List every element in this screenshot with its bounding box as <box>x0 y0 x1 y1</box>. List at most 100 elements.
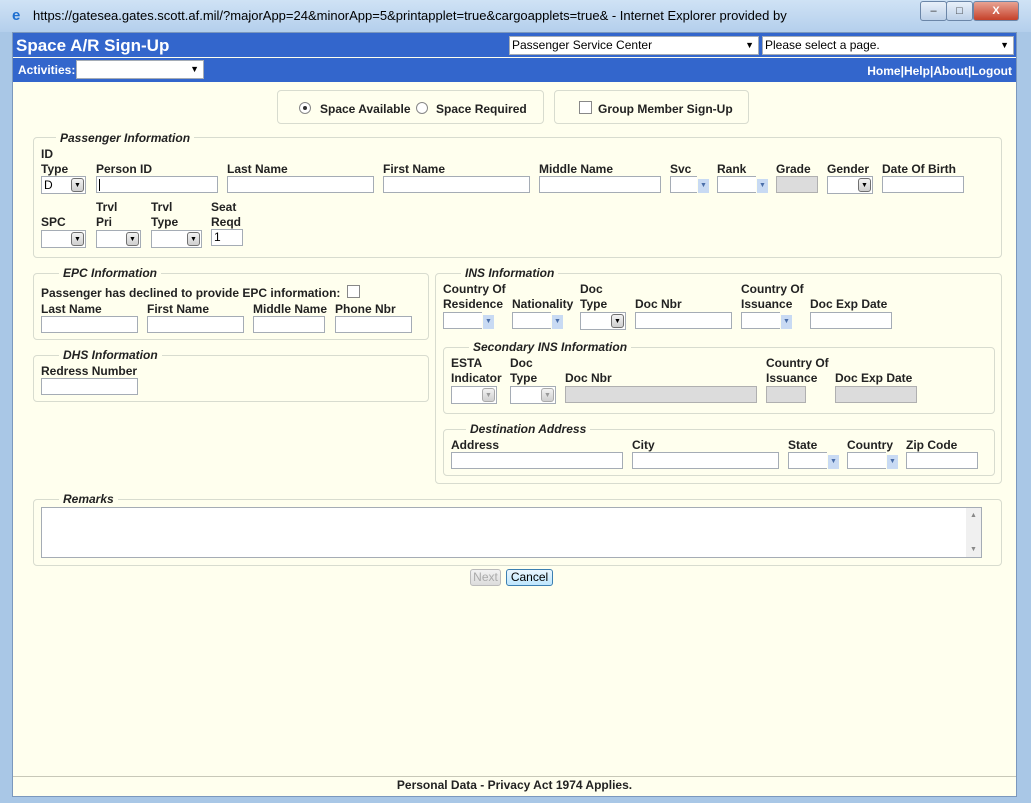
restore-button[interactable]: □ <box>946 1 973 21</box>
page-select[interactable]: Please select a page. ▼ <box>762 36 1014 55</box>
about-link[interactable]: About <box>933 64 968 78</box>
home-link[interactable]: Home <box>867 64 900 78</box>
epc-last-name-input[interactable] <box>41 316 138 333</box>
close-button[interactable]: X <box>973 1 1019 21</box>
trvl-pri-select[interactable]: ▼ <box>96 230 141 248</box>
sec-doc-nbr-label: Doc Nbr <box>565 371 612 385</box>
redress-label: Redress Number <box>41 364 138 378</box>
country-issuance-label: Country Of Issuance <box>741 282 804 311</box>
ie-logo-icon: e <box>12 7 21 24</box>
grade-label: Grade <box>776 162 811 176</box>
sec-doc-exp-label: Doc Exp Date <box>835 371 913 385</box>
epc-legend: EPC Information <box>59 266 162 280</box>
state-select[interactable]: ▼ <box>788 452 839 469</box>
gender-select[interactable]: ▼ <box>827 176 873 194</box>
dropdown-arrow-icon: ▼ <box>541 388 554 402</box>
epc-last-name-label: Last Name <box>41 302 102 316</box>
redress-input[interactable] <box>41 378 138 395</box>
logout-link[interactable]: Logout <box>971 64 1012 78</box>
country-residence-select[interactable]: ▼ <box>443 312 494 329</box>
activities-label: Activities: <box>18 63 76 77</box>
epc-middle-name-input[interactable] <box>253 316 325 333</box>
doc-exp-label: Doc Exp Date <box>810 297 888 311</box>
chevron-down-icon: ▼ <box>757 179 768 193</box>
city-label: City <box>632 438 655 452</box>
country-residence-label: Country Of Residence <box>443 282 506 311</box>
location-select[interactable]: Passenger Service Center ▼ <box>509 36 759 55</box>
esta-select[interactable]: ▼ <box>451 386 497 404</box>
cancel-button[interactable]: Cancel <box>506 569 553 586</box>
spc-select[interactable]: ▼ <box>41 230 86 248</box>
space-required-label: Space Required <box>436 102 527 116</box>
dhs-legend: DHS Information <box>59 348 162 362</box>
remarks-textarea[interactable]: ▲ ▼ <box>41 507 982 558</box>
space-required-radio[interactable] <box>416 102 428 114</box>
epc-first-name-input[interactable] <box>147 316 244 333</box>
epc-declined-label: Passenger has declined to provide EPC in… <box>41 286 341 300</box>
first-name-input[interactable] <box>383 176 530 193</box>
seat-reqd-label: Seat Reqd <box>211 200 241 229</box>
chevron-down-icon: ▼ <box>1000 40 1009 50</box>
activities-select[interactable]: ▼ <box>76 60 204 79</box>
address-input[interactable] <box>451 452 623 469</box>
epc-middle-name-label: Middle Name <box>253 302 328 316</box>
ins-legend: INS Information <box>461 266 559 280</box>
location-select-value: Passenger Service Center <box>512 38 653 52</box>
app-header: Space A/R Sign-Up Passenger Service Cent… <box>13 33 1016 57</box>
chevron-down-icon: ▼ <box>483 315 494 329</box>
secondary-legend: Secondary INS Information <box>469 340 632 354</box>
window-title: https://gatesea.gates.scott.af.mil/?majo… <box>33 8 787 23</box>
nationality-select[interactable]: ▼ <box>512 312 563 329</box>
seat-reqd-input[interactable]: 1 <box>211 229 243 246</box>
trvl-type-select[interactable]: ▼ <box>151 230 202 248</box>
doc-nbr-label: Doc Nbr <box>635 297 682 311</box>
window-titlebar: e https://gatesea.gates.scott.af.mil/?ma… <box>0 0 1031 32</box>
dropdown-arrow-icon: ▼ <box>482 388 495 402</box>
epc-phone-input[interactable] <box>335 316 412 333</box>
nav-links: Home|Help|About|Logout <box>867 64 1012 78</box>
dropdown-arrow-icon: ▼ <box>71 232 84 246</box>
space-available-label: Space Available <box>320 102 411 116</box>
remarks-scrollbar[interactable]: ▲ ▼ <box>966 508 981 557</box>
dropdown-arrow-icon: ▼ <box>187 232 200 246</box>
epc-first-name-label: First Name <box>147 302 210 316</box>
dropdown-arrow-icon: ▼ <box>126 232 139 246</box>
state-label: State <box>788 438 818 452</box>
svc-label: Svc <box>670 162 692 176</box>
epc-phone-label: Phone Nbr <box>335 302 396 316</box>
zip-input[interactable] <box>906 452 978 469</box>
rank-select[interactable]: ▼ <box>717 176 768 193</box>
sec-doc-type-select[interactable]: ▼ <box>510 386 556 404</box>
chevron-down-icon: ▼ <box>190 64 199 74</box>
sec-doc-nbr-input[interactable] <box>565 386 757 403</box>
page-select-value: Please select a page. <box>765 38 880 52</box>
dropdown-arrow-icon: ▼ <box>611 314 624 328</box>
id-type-select[interactable]: D ▼ <box>41 176 86 194</box>
sec-doc-type-label: Doc Type <box>510 356 538 385</box>
chevron-down-icon: ▼ <box>698 179 709 193</box>
chevron-down-icon: ▼ <box>887 455 898 469</box>
country-select[interactable]: ▼ <box>847 452 898 469</box>
last-name-input[interactable] <box>227 176 374 193</box>
dob-input[interactable] <box>882 176 964 193</box>
minimize-button[interactable]: – <box>920 1 947 21</box>
person-id-input[interactable] <box>96 176 218 193</box>
next-button[interactable]: Next <box>470 569 501 586</box>
sec-doc-exp-input[interactable] <box>835 386 917 403</box>
middle-name-input[interactable] <box>539 176 661 193</box>
country-issuance-select[interactable]: ▼ <box>741 312 792 329</box>
epc-declined-checkbox[interactable] <box>347 285 360 298</box>
sec-country-issuance-input[interactable] <box>766 386 806 403</box>
group-signup-checkbox[interactable] <box>579 101 592 114</box>
city-input[interactable] <box>632 452 779 469</box>
help-link[interactable]: Help <box>904 64 930 78</box>
dob-label: Date Of Birth <box>882 162 957 176</box>
doc-nbr-input[interactable] <box>635 312 732 329</box>
first-name-label: First Name <box>383 162 446 176</box>
svc-select[interactable]: ▼ <box>670 176 709 193</box>
grade-input[interactable] <box>776 176 818 193</box>
space-available-radio[interactable] <box>299 102 311 114</box>
doc-type-select[interactable]: ▼ <box>580 312 626 330</box>
id-type-label: ID Type <box>41 147 69 176</box>
doc-exp-input[interactable] <box>810 312 892 329</box>
